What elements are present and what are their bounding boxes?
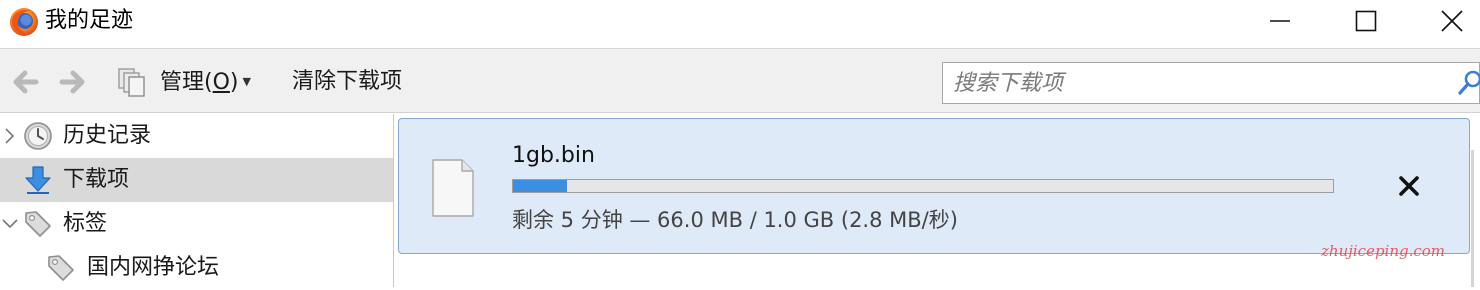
organize-accesskey: O bbox=[212, 70, 230, 95]
back-button[interactable] bbox=[8, 65, 42, 99]
search-box[interactable] bbox=[942, 62, 1480, 104]
organize-menu-button[interactable]: 管理(O) ▼ bbox=[160, 65, 251, 99]
clear-downloads-button[interactable]: 清除下载项 bbox=[292, 65, 402, 99]
download-item[interactable]: 1gb.bin 剩余 5 分钟 — 66.0 MB / 1.0 GB (2.8 … bbox=[398, 118, 1470, 254]
maximize-icon bbox=[1355, 10, 1377, 32]
downloads-list: 1gb.bin 剩余 5 分钟 — 66.0 MB / 1.0 GB (2.8 … bbox=[396, 114, 1480, 287]
sidebar-item-label: 国内网挣论坛 bbox=[87, 255, 220, 280]
organize-label-suffix: ) bbox=[229, 70, 239, 95]
close-icon bbox=[1399, 176, 1419, 196]
title-bar: 我的足迹 bbox=[0, 0, 1480, 48]
sidebar-item-tags[interactable]: 标签 bbox=[0, 202, 393, 246]
sidebar-item-label: 下载项 bbox=[63, 167, 130, 192]
toolbar: 管理(O) ▼ 清除下载项 bbox=[0, 48, 1480, 113]
tag-icon bbox=[25, 211, 51, 237]
cancel-download-button[interactable] bbox=[1394, 171, 1424, 201]
sidebar: 历史记录 下载项 标签 国内网挣论坛 bbox=[0, 114, 394, 287]
window-title: 我的足迹 bbox=[45, 8, 134, 33]
download-filename: 1gb.bin bbox=[512, 143, 595, 168]
clock-icon bbox=[24, 122, 52, 150]
sidebar-item-history[interactable]: 历史记录 bbox=[0, 114, 393, 158]
copy-pages-icon bbox=[118, 68, 145, 97]
scrollbar[interactable] bbox=[1471, 150, 1474, 287]
sidebar-item-tag-forum[interactable]: 国内网挣论坛 bbox=[0, 246, 393, 290]
search-input[interactable] bbox=[953, 67, 1443, 99]
close-icon bbox=[1441, 10, 1463, 32]
progress-fill bbox=[513, 180, 568, 192]
download-arrow-icon bbox=[25, 166, 51, 194]
sidebar-item-label: 标签 bbox=[63, 211, 108, 236]
maximize-button[interactable] bbox=[1338, 0, 1394, 42]
sidebar-item-label: 历史记录 bbox=[63, 123, 152, 148]
minimize-button[interactable] bbox=[1252, 0, 1308, 42]
search-icon[interactable] bbox=[1458, 69, 1480, 97]
watermark: zhujiceping.com bbox=[1321, 242, 1446, 260]
back-arrow-icon bbox=[13, 70, 39, 94]
chevron-down-icon[interactable] bbox=[2, 214, 18, 234]
firefox-icon bbox=[10, 8, 38, 36]
forward-button[interactable] bbox=[56, 65, 90, 99]
organize-label-prefix: 管理( bbox=[160, 70, 213, 95]
download-progress-bar bbox=[512, 179, 1334, 193]
chevron-right-icon[interactable] bbox=[2, 126, 18, 146]
tag-icon bbox=[48, 255, 74, 281]
sidebar-item-downloads[interactable]: 下载项 bbox=[0, 158, 393, 202]
minimize-icon bbox=[1270, 20, 1290, 22]
organize-icon[interactable] bbox=[116, 66, 150, 100]
forward-arrow-icon bbox=[59, 70, 85, 94]
close-window-button[interactable] bbox=[1424, 0, 1480, 42]
download-status: 剩余 5 分钟 — 66.0 MB / 1.0 GB (2.8 MB/秒) bbox=[512, 208, 958, 232]
dropdown-caret-icon: ▼ bbox=[242, 75, 251, 88]
file-icon bbox=[432, 159, 474, 217]
